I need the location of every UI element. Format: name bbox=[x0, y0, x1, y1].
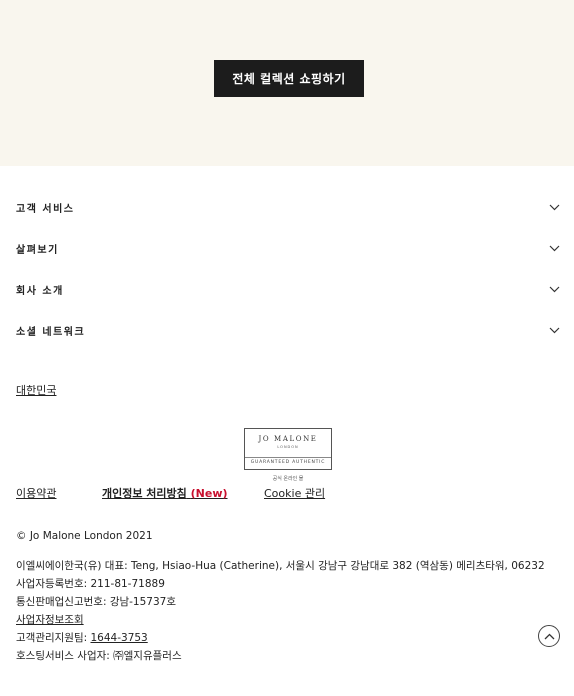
badge-subtitle: LONDON bbox=[277, 445, 299, 449]
accordion-label: 회사 소개 bbox=[16, 285, 64, 297]
business-info-lookup-link[interactable]: 사업자정보조회 bbox=[16, 614, 84, 626]
hosting-provider: 호스팅서비스 사업자: ㈜엘지유플러스 bbox=[16, 650, 182, 662]
support-phone-link[interactable]: 1644-3753 bbox=[91, 632, 148, 644]
badge-title: JO MALONE bbox=[258, 435, 318, 443]
copyright-text: © Jo Malone London 2021 bbox=[16, 530, 153, 542]
accordion-explore[interactable]: 살펴보기 bbox=[16, 238, 560, 258]
privacy-label: 개인정보 처리방침 bbox=[102, 487, 187, 500]
company-address: 이엘씨에이한국(유) 대표: Teng, Hsiao-Hua (Catherin… bbox=[16, 560, 545, 572]
customer-support-line: 고객관리지원팀: 1644-3753 bbox=[16, 630, 148, 645]
chevron-down-icon bbox=[548, 201, 560, 213]
accordion-about[interactable]: 회사 소개 bbox=[16, 279, 560, 299]
accordion-label: 소셜 네트워크 bbox=[16, 326, 86, 338]
hero-section: 전체 컬렉션 쇼핑하기 bbox=[0, 0, 574, 166]
guaranteed-authentic-badge[interactable]: JO MALONE LONDON GUARANTEED AUTHENTIC bbox=[244, 428, 332, 470]
chevron-down-icon bbox=[548, 324, 560, 336]
badge-authentic-text: GUARANTEED AUTHENTIC bbox=[250, 460, 326, 465]
accordion-social[interactable]: 소셜 네트워크 bbox=[16, 320, 560, 340]
shop-all-collection-button[interactable]: 전체 컬렉션 쇼핑하기 bbox=[214, 60, 364, 97]
business-registration: 사업자등록번호: 211-81-71889 bbox=[16, 578, 165, 590]
privacy-policy-link[interactable]: 개인정보 처리방침 (New) bbox=[102, 485, 228, 501]
accordion-customer-service[interactable]: 고객 서비스 bbox=[16, 197, 560, 217]
terms-link[interactable]: 이용약관 bbox=[16, 485, 56, 501]
new-badge: (New) bbox=[190, 487, 228, 500]
accordion-label: 고객 서비스 bbox=[16, 203, 75, 215]
back-to-top-button[interactable] bbox=[538, 625, 560, 647]
chevron-up-icon bbox=[544, 633, 555, 640]
badge-divider bbox=[245, 457, 331, 458]
accordion-label: 살펴보기 bbox=[16, 244, 59, 256]
mail-order-registration: 통신판매업신고번호: 강남-15737호 bbox=[16, 596, 176, 608]
cookie-settings-link[interactable]: Cookie 관리 bbox=[264, 485, 325, 501]
country-selector-link[interactable]: 대한민국 bbox=[16, 382, 56, 398]
chevron-down-icon bbox=[548, 242, 560, 254]
chevron-down-icon bbox=[548, 283, 560, 295]
support-label: 고객관리지원팀: bbox=[16, 632, 91, 644]
badge-caption: 공식 온라인 몰 bbox=[272, 476, 304, 482]
